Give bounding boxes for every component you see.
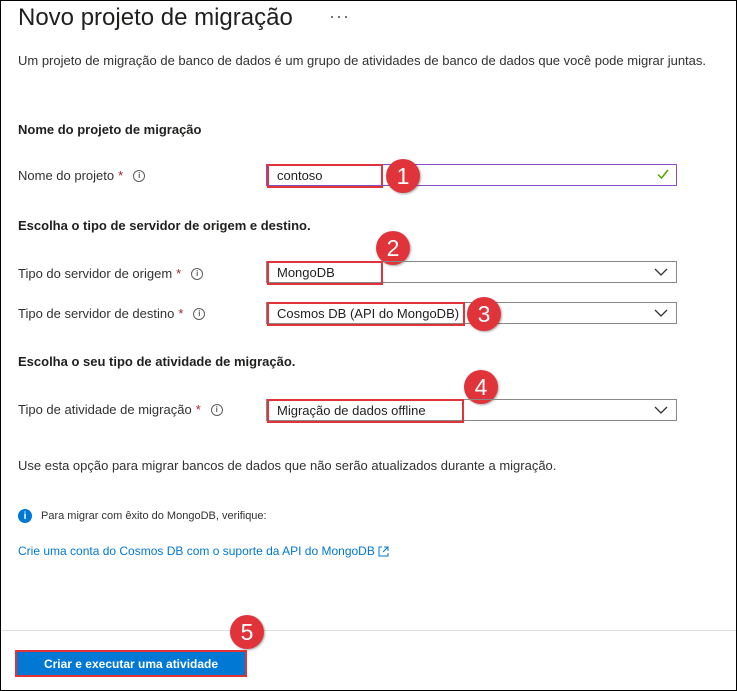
external-link-icon: [378, 546, 389, 556]
callout-badge-5: 5: [230, 615, 264, 649]
info-icon[interactable]: i: [193, 307, 206, 320]
source-server-label-text: Tipo do servidor de origem: [18, 266, 173, 281]
callout-badge-1: 1: [386, 159, 420, 193]
target-server-label: Tipo de servidor de destino * i: [18, 306, 206, 321]
section-heading-activity-type: Escolha o seu tipo de atividade de migra…: [18, 354, 296, 369]
info-icon[interactable]: i: [210, 403, 223, 416]
callout-highlight-5: [15, 650, 247, 677]
section-heading-server-types: Escolha o tipo de servidor de origem e d…: [18, 218, 311, 233]
section-heading-project-name: Nome do projeto de migração: [18, 122, 202, 137]
page-title: Novo projeto de migração: [18, 4, 293, 31]
required-asterisk: *: [195, 402, 201, 417]
chevron-down-icon: [654, 309, 668, 317]
project-name-label: Nome do projeto * i: [18, 168, 146, 183]
callout-highlight-4: [267, 399, 464, 423]
callout-highlight-1: [267, 164, 383, 188]
activity-hint-text: Use esta opção para migrar bancos de dad…: [18, 458, 557, 473]
required-asterisk: *: [178, 306, 184, 321]
checkmark-icon: [657, 169, 669, 180]
source-server-label: Tipo do servidor de origem * i: [18, 266, 204, 281]
project-name-label-text: Nome do projeto: [18, 168, 115, 183]
callout-badge-2: 2: [376, 231, 410, 265]
info-note: i Para migrar com êxito do MongoDB, veri…: [18, 509, 267, 523]
info-icon[interactable]: i: [191, 267, 204, 280]
info-icon: i: [18, 509, 32, 523]
callout-badge-3: 3: [467, 297, 501, 331]
more-icon[interactable]: ···: [329, 6, 350, 27]
chevron-down-icon: [654, 268, 668, 276]
target-server-label-text: Tipo de servidor de destino: [18, 306, 175, 321]
info-note-text: Para migrar com êxito do MongoDB, verifi…: [41, 510, 267, 522]
activity-type-label: Tipo de atividade de migração * i: [18, 402, 223, 417]
chevron-down-icon: [654, 406, 668, 414]
activity-type-label-text: Tipo de atividade de migração: [18, 402, 192, 417]
page-description: Um projeto de migração de banco de dados…: [18, 53, 707, 68]
callout-highlight-3: [267, 302, 465, 326]
info-icon[interactable]: i: [133, 169, 146, 182]
create-cosmos-account-link[interactable]: Crie uma conta do Cosmos DB com o suport…: [18, 544, 389, 558]
callout-highlight-2: [267, 261, 383, 285]
required-asterisk: *: [176, 266, 182, 281]
required-asterisk: *: [118, 168, 124, 183]
new-migration-project-panel: Novo projeto de migração ··· Um projeto …: [0, 0, 737, 691]
footer-divider: [1, 630, 736, 631]
create-cosmos-account-link-text: Crie uma conta do Cosmos DB com o suport…: [18, 544, 375, 558]
